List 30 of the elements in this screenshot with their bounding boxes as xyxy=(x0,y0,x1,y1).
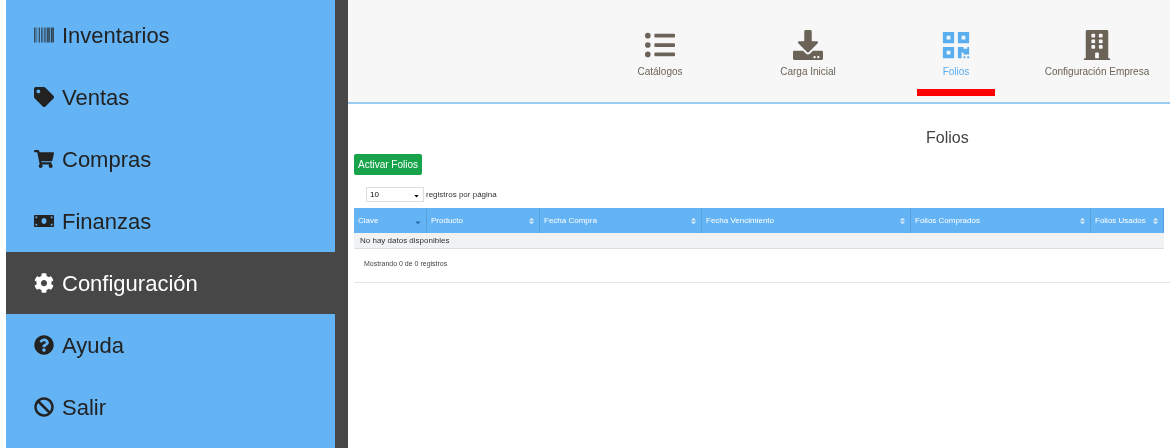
sort-icon xyxy=(690,216,697,225)
activate-folios-button[interactable]: Activar Folios xyxy=(354,154,422,175)
sidebar-item[interactable]: Configuración xyxy=(6,252,335,314)
qr-code-icon xyxy=(941,30,971,60)
page-size-select[interactable]: 10 xyxy=(366,187,424,202)
settings-icon xyxy=(34,273,54,293)
sidebar-item[interactable]: Salir xyxy=(6,376,335,438)
download-icon xyxy=(793,30,823,60)
empty-table-message: No hay datos disponibles xyxy=(354,233,1164,249)
sort-icon xyxy=(1079,216,1086,225)
sort-icon xyxy=(899,216,906,225)
sort-icon xyxy=(1152,216,1159,225)
tag-icon xyxy=(34,87,54,107)
nav-tab[interactable]: Configuración Empresa xyxy=(1030,30,1164,96)
sidebar-item[interactable]: Finanzas xyxy=(6,190,335,252)
page-size-label: registros por página xyxy=(426,188,497,201)
prohibited-icon xyxy=(34,397,54,417)
nav-tab[interactable]: Carga Inicial xyxy=(734,30,882,96)
list-icon xyxy=(645,30,675,60)
sidebar-item[interactable]: Ayuda xyxy=(6,314,335,376)
page-title: Folios xyxy=(926,128,969,148)
building-icon xyxy=(1082,30,1112,60)
cart-icon xyxy=(34,149,54,169)
sidebar-item[interactable]: Ventas xyxy=(6,66,335,128)
nav-tab[interactable]: Catálogos xyxy=(586,30,734,96)
sidebar-item[interactable]: Compras xyxy=(6,128,335,190)
help-icon xyxy=(34,335,54,355)
barcode-icon xyxy=(34,25,54,45)
sort-icon xyxy=(528,216,535,225)
sidebar-item[interactable]: Inventarios xyxy=(6,4,335,66)
